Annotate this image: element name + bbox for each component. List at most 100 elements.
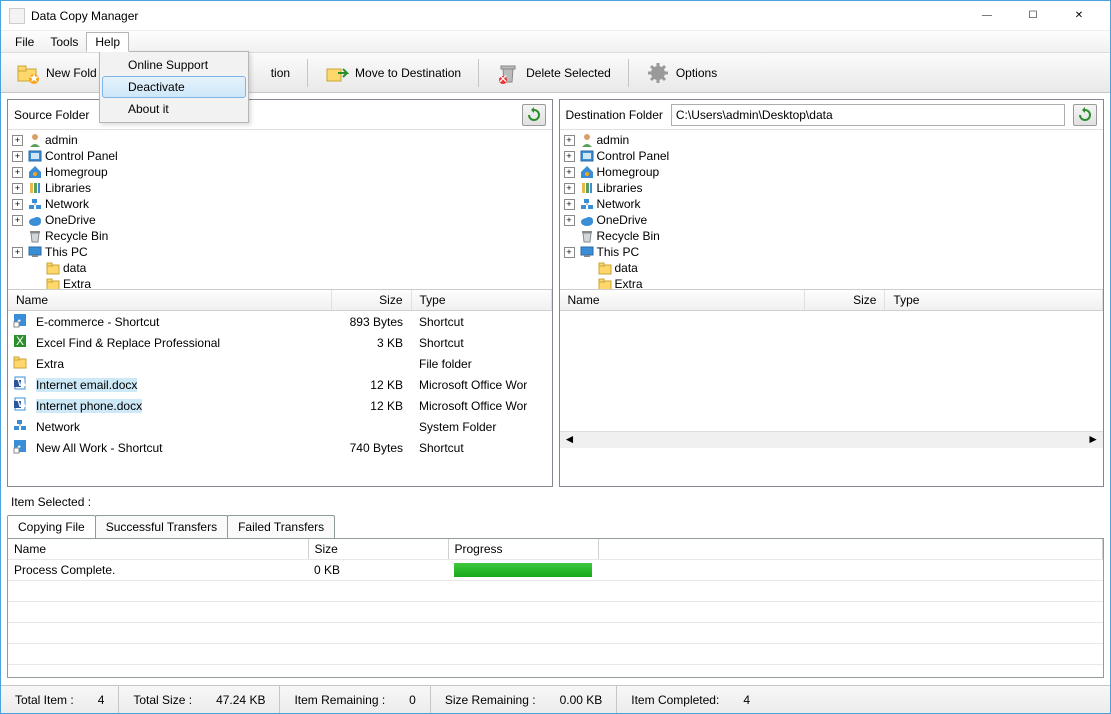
menu-file[interactable]: File [7, 33, 42, 51]
total-size-value: 47.24 KB [216, 693, 265, 707]
source-refresh-button[interactable] [522, 104, 546, 126]
options-button[interactable]: Options [635, 56, 728, 90]
col-size[interactable]: Size [331, 290, 411, 311]
col-name[interactable]: Name [560, 290, 805, 311]
file-row[interactable]: ExtraFile folder [8, 353, 551, 374]
minimize-button[interactable]: — [964, 1, 1010, 31]
new-folder-button[interactable]: ★ New Fold [5, 56, 108, 90]
delete-button[interactable]: ✕ Delete Selected [485, 56, 622, 90]
expander-icon[interactable]: + [12, 167, 23, 178]
file-size: 740 Bytes [331, 437, 411, 458]
process-progress [448, 560, 598, 581]
tree-item[interactable]: +Libraries [12, 180, 548, 196]
tree-item[interactable]: +Homegroup [564, 164, 1100, 180]
menu-online-support[interactable]: Online Support [102, 54, 246, 76]
tree-item[interactable]: +Homegroup [12, 164, 548, 180]
expander-icon[interactable]: + [564, 151, 575, 162]
expander-icon[interactable]: + [564, 135, 575, 146]
expander-icon[interactable]: + [12, 199, 23, 210]
menu-help[interactable]: Help [86, 32, 129, 52]
tree-item[interactable]: +This PC [564, 244, 1100, 260]
expander-icon[interactable]: + [12, 151, 23, 162]
tree-item[interactable]: + Network [564, 196, 1100, 212]
expander-icon[interactable]: + [564, 183, 575, 194]
item-completed-value: 4 [743, 693, 750, 707]
size-remaining-value: 0.00 KB [560, 693, 603, 707]
cloud-icon [579, 212, 595, 228]
tree-item[interactable]: Extra [12, 276, 548, 290]
file-row[interactable]: XExcel Find & Replace Professional3 KBSh… [8, 332, 551, 353]
truncated-label: tion [271, 66, 290, 80]
destination-refresh-button[interactable] [1073, 104, 1097, 126]
col-size[interactable]: Size [308, 539, 448, 560]
expander-icon[interactable]: + [564, 167, 575, 178]
net-icon [27, 196, 43, 212]
expander-icon[interactable]: + [564, 199, 575, 210]
destination-label: Destination Folder [566, 108, 663, 122]
menu-about[interactable]: About it [102, 98, 246, 120]
tree-item[interactable]: +This PC [12, 244, 548, 260]
expander-icon[interactable]: + [564, 215, 575, 226]
col-type[interactable]: Type [411, 290, 551, 311]
tree-item[interactable]: +OneDrive [564, 212, 1100, 228]
tree-item[interactable]: Recycle Bin [12, 228, 548, 244]
tab-successful[interactable]: Successful Transfers [95, 515, 228, 538]
net-icon [12, 422, 28, 436]
tree-item[interactable]: + admin [12, 132, 548, 148]
maximize-button[interactable]: ☐ [1010, 1, 1056, 31]
tree-item[interactable]: data [12, 260, 548, 276]
file-type: Shortcut [411, 311, 551, 333]
close-button[interactable]: ✕ [1056, 1, 1102, 31]
tree-item[interactable]: +admin [564, 132, 1100, 148]
tree-item-label: admin [45, 133, 78, 147]
tree-item[interactable]: +Control Panel [12, 148, 548, 164]
file-row[interactable]: New All Work - Shortcut740 BytesShortcut [8, 437, 551, 458]
app-title: Data Copy Manager [31, 9, 964, 23]
col-name[interactable]: Name [8, 290, 331, 311]
col-type[interactable]: Type [885, 290, 1103, 311]
col-size[interactable]: Size [805, 290, 885, 311]
tree-item[interactable]: +Control Panel [564, 148, 1100, 164]
svg-text:✕: ✕ [498, 72, 508, 85]
menu-deactivate[interactable]: Deactivate [102, 76, 246, 98]
folder-icon [45, 276, 61, 290]
col-progress[interactable]: Progress [448, 539, 598, 560]
expander-icon[interactable]: + [12, 135, 23, 146]
tree-item[interactable]: +Libraries [564, 180, 1100, 196]
move-label: Move to Destination [355, 66, 461, 80]
file-size: 12 KB [331, 374, 411, 395]
tree-item[interactable]: Extra [564, 276, 1100, 290]
destination-tree[interactable]: +admin+Control Panel+Homegroup+Libraries… [560, 130, 1104, 290]
tree-item[interactable]: +OneDrive [12, 212, 548, 228]
move-button[interactable]: Move to Destination [314, 56, 472, 90]
expander-icon[interactable]: + [12, 247, 23, 258]
statusbar: Total Item :4 Total Size :47.24 KB Item … [1, 685, 1110, 713]
tree-item[interactable]: +Network [12, 196, 548, 212]
destination-path-input[interactable] [671, 104, 1065, 126]
file-name: Internet phone.docx [28, 395, 331, 416]
truncated-button[interactable]: tion [260, 61, 301, 85]
tree-item[interactable]: Recycle Bin [564, 228, 1100, 244]
tab-copying[interactable]: Copying File [7, 515, 96, 538]
file-name: E-commerce - Shortcut [28, 311, 331, 333]
titlebar: Data Copy Manager — ☐ ✕ [1, 1, 1110, 31]
file-row[interactable]: WInternet email.docx12 KBMicrosoft Offic… [8, 374, 551, 395]
source-files[interactable]: Name Size Type E-commerce - Shortcut893 … [8, 290, 552, 486]
expander-icon[interactable]: + [564, 247, 575, 258]
menu-tools[interactable]: Tools [42, 33, 86, 51]
trash-icon: ✕ [496, 61, 520, 85]
tab-failed[interactable]: Failed Transfers [227, 515, 335, 538]
tree-item[interactable]: data [564, 260, 1100, 276]
expander-icon[interactable]: + [12, 215, 23, 226]
expander-icon[interactable]: + [12, 183, 23, 194]
new-folder-label: New Fold [46, 66, 97, 80]
col-name[interactable]: Name [8, 539, 308, 560]
source-tree[interactable]: + admin+Control Panel+Homegroup+Libraries… [8, 130, 552, 290]
file-type: System Folder [411, 416, 551, 437]
tree-item-label: Network [597, 197, 641, 211]
destination-files[interactable]: Name Size Type ◄► [560, 290, 1104, 486]
file-row[interactable]: WInternet phone.docx12 KBMicrosoft Offic… [8, 395, 551, 416]
source-panel: Source Folder +admin+Control Panel+Homeg… [7, 99, 553, 487]
file-row[interactable]: E-commerce - Shortcut893 BytesShortcut [8, 311, 551, 333]
file-row[interactable]: NetworkSystem Folder [8, 416, 551, 437]
